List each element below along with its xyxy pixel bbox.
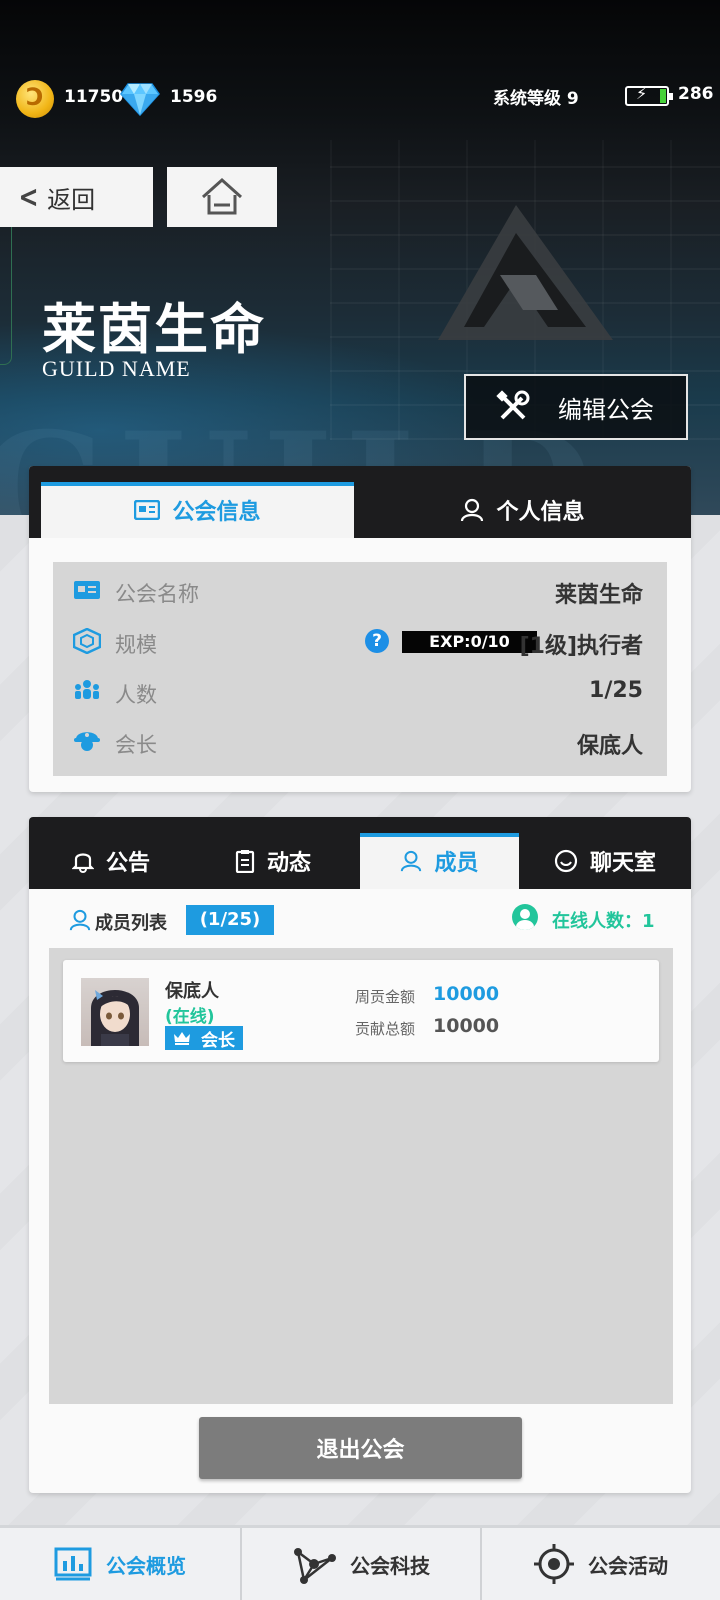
info-label: 人数	[115, 683, 157, 707]
tab-announcement[interactable]: 公告	[29, 833, 193, 889]
help-icon[interactable]: ?	[365, 629, 389, 653]
tab-activity[interactable]: 动态	[193, 833, 353, 889]
guild-info-box: 公会名称 莱茵生命 规模 ? EXP:0/10 [1级]执行者 人数 1/25 …	[53, 562, 667, 776]
nav-guild-overview[interactable]: 公会概览	[0, 1528, 240, 1600]
back-button[interactable]: < 返回	[0, 167, 153, 227]
bottom-navigation: 公会概览 公会科技 公会活动	[0, 1525, 720, 1600]
person-icon	[461, 498, 484, 522]
info-row-guild-name: 公会名称 莱茵生命	[53, 565, 667, 615]
home-button[interactable]	[167, 167, 277, 227]
target-icon	[534, 1544, 574, 1584]
tab-personal-info[interactable]: 个人信息	[354, 482, 691, 538]
info-value: 保底人	[576, 734, 643, 759]
side-edge-decoration	[0, 207, 12, 365]
guild-logo	[438, 205, 613, 340]
info-label: 规模	[115, 633, 157, 657]
edit-guild-button[interactable]: 编辑公会	[464, 374, 688, 440]
total-contribution-value: 10000	[433, 1015, 500, 1037]
id-card-icon	[74, 581, 100, 599]
tab-announcement-label: 公告	[105, 851, 150, 876]
weekly-contribution-value: 10000	[433, 983, 500, 1005]
back-label: 返回	[47, 185, 96, 214]
member-role-label: 会长	[201, 1030, 235, 1051]
nav-guild-events[interactable]: 公会活动	[482, 1528, 720, 1600]
nav-guild-tech-label: 公会科技	[350, 1553, 430, 1578]
member-name: 保底人	[165, 981, 219, 1002]
total-contribution-label: 贡献总额	[355, 1020, 416, 1038]
leader-icon	[74, 732, 100, 751]
info-label: 公会名称	[115, 582, 199, 606]
energy-count: 286	[678, 84, 714, 104]
coin-icon	[16, 80, 54, 118]
crown-icon	[174, 1032, 190, 1045]
member-row[interactable]: 保底人 (在线) 会长 周贡金额 10000 贡献总额 10000	[63, 960, 659, 1062]
gem-count: 1596	[170, 87, 218, 107]
member-online-status: (在线)	[165, 1007, 215, 1027]
guild-name-subtitle: GUILD NAME	[42, 356, 191, 381]
tab-chat-room[interactable]: 聊天室	[519, 833, 691, 889]
home-icon	[201, 177, 243, 215]
network-icon	[294, 1548, 336, 1584]
bell-icon	[71, 853, 94, 873]
quit-guild-button[interactable]: 退出公会	[199, 1417, 522, 1479]
info-value: 莱茵生命	[554, 583, 643, 608]
info-row-scale: 规模 ? EXP:0/10 [1级]执行者	[53, 616, 667, 666]
tab-personal-info-label: 个人信息	[496, 500, 585, 525]
member-role-badge: 会长	[165, 1026, 243, 1051]
bar-chart-icon	[54, 1547, 92, 1581]
chat-icon	[554, 849, 578, 873]
tab-members-label: 成员	[434, 851, 479, 876]
info-row-leader: 会长 保底人	[53, 716, 667, 766]
tab-guild-info-label: 公会信息	[172, 500, 261, 525]
tab-guild-info[interactable]: 公会信息	[41, 482, 354, 538]
member-list-title: 成员列表	[95, 913, 167, 934]
id-card-icon	[134, 500, 161, 520]
member-list: 保底人 (在线) 会长 周贡金额 10000 贡献总额 10000	[49, 948, 673, 1404]
coin-count: 11750	[64, 87, 124, 107]
nav-guild-tech[interactable]: 公会科技	[242, 1528, 480, 1600]
members-card: 公告 动态 成员 聊天室 成员列表 (1/25) 在线人数：1 保底人 (在线)…	[29, 817, 691, 1493]
member-list-header: 成员列表 (1/25) 在线人数：1	[29, 889, 691, 953]
info-value: [1级]执行者	[519, 634, 643, 659]
wrench-icon	[496, 390, 530, 420]
info-value: 1/25	[589, 678, 643, 703]
people-icon	[75, 680, 99, 699]
tab-chat-room-label: 聊天室	[589, 851, 656, 876]
weekly-contribution-label: 周贡金额	[355, 988, 416, 1006]
person-icon	[401, 850, 422, 872]
avatar	[81, 978, 149, 1046]
guild-info-card: 公会信息 个人信息 公会名称 莱茵生命 规模 ? EXP:0/10 [1级]执行…	[29, 466, 691, 792]
member-count-badge: (1/25)	[186, 905, 274, 935]
nav-guild-events-label: 公会活动	[588, 1553, 668, 1578]
system-level: 系统等级 9	[493, 89, 579, 109]
chevron-left-icon: <	[18, 179, 39, 215]
person-icon	[69, 909, 91, 931]
online-user-icon	[512, 904, 538, 930]
battery-icon: ⚡	[625, 84, 673, 106]
info-row-member-count: 人数 1/25	[53, 666, 667, 716]
guild-name-title: 莱茵生命	[42, 297, 266, 361]
nav-guild-overview-label: 公会概览	[106, 1553, 186, 1578]
info-label: 会长	[115, 733, 157, 757]
diamond-icon	[120, 83, 160, 116]
tab-members[interactable]: 成员	[360, 833, 519, 889]
online-count: 在线人数：1	[552, 911, 655, 932]
exp-bar: EXP:0/10	[402, 631, 537, 653]
cube-icon	[73, 628, 101, 654]
tab-activity-label: 动态	[266, 851, 311, 876]
clipboard-icon	[235, 850, 255, 873]
status-bar: 11750 1596 系统等级 9 ⚡ 286	[0, 78, 720, 118]
edit-guild-label: 编辑公会	[558, 395, 654, 424]
